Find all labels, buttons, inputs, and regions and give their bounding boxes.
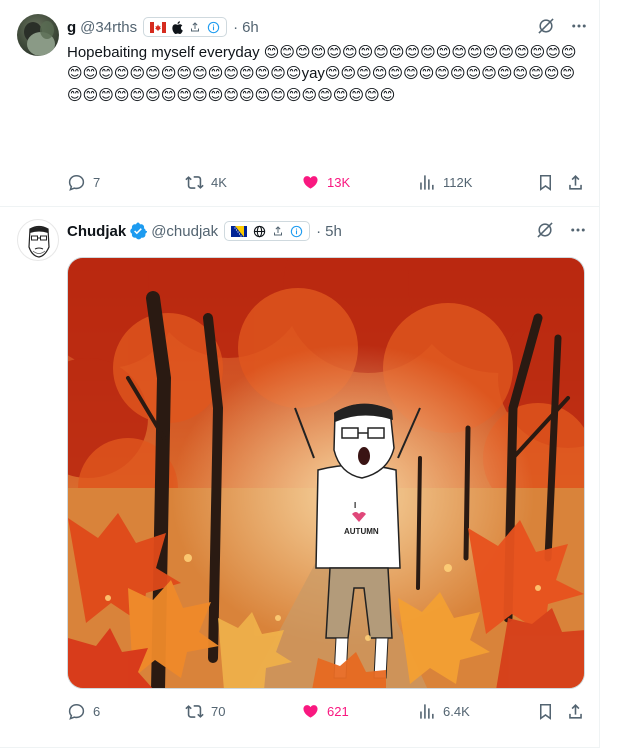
like-button[interactable]: 13K: [301, 173, 350, 192]
view-count: 6.4K: [443, 704, 470, 719]
retweet-button[interactable]: 70: [185, 702, 225, 721]
retweet-button[interactable]: 4K: [185, 173, 227, 192]
info-icon: [207, 21, 220, 34]
wojak-avatar-icon: [28, 225, 50, 258]
avatar[interactable]: [17, 219, 59, 261]
header-actions: [536, 16, 588, 41]
info-icon: [290, 225, 303, 238]
views-button[interactable]: 6.4K: [417, 702, 470, 721]
apple-icon: [172, 20, 183, 34]
share-icon: [189, 21, 201, 33]
like-button[interactable]: 621: [301, 702, 349, 721]
reply-button[interactable]: 6: [67, 702, 100, 721]
bookmark-button[interactable]: [536, 702, 555, 721]
timestamp[interactable]: 5h: [325, 223, 342, 240]
bookmark-icon: [539, 175, 552, 191]
shirt-text-autumn: AUTUMN: [344, 527, 379, 536]
affiliation-badges[interactable]: [143, 17, 228, 37]
affiliation-badges[interactable]: [224, 221, 311, 241]
profile-photo-icon: [24, 21, 55, 56]
avatar[interactable]: [17, 14, 59, 56]
analytics-icon: [420, 175, 434, 190]
share-button[interactable]: [566, 173, 585, 192]
bosnia-flag-icon: [231, 225, 248, 237]
tweet-header: Chudjak @chudjak · 5h: [67, 221, 342, 241]
more-options-icon[interactable]: [570, 17, 588, 40]
tweet-actions: 7 4K 13K 112K: [67, 173, 587, 193]
tweet[interactable]: g @34rths · 6h Hopebaiting myself everyd…: [0, 0, 600, 207]
like-count: 13K: [327, 175, 351, 190]
tweet-text-intro: Hopebaiting myself everyday: [67, 44, 264, 61]
tweet-actions: 6 70 621 6.4K: [67, 702, 587, 722]
retweet-count: 70: [211, 704, 226, 719]
reply-count: 6: [93, 704, 101, 719]
reply-button[interactable]: 7: [67, 173, 100, 192]
separator: ·: [233, 18, 239, 36]
separator: ·: [316, 222, 322, 240]
tweet-header: g @34rths · 6h: [67, 17, 259, 37]
grok-icon[interactable]: [536, 16, 556, 41]
more-options-icon[interactable]: [569, 221, 587, 244]
views-button[interactable]: 112K: [417, 173, 472, 192]
author-name[interactable]: Chudjak: [67, 223, 126, 240]
tweet-text-yay: yay: [301, 65, 325, 83]
header-actions: [535, 220, 587, 245]
reply-icon: [68, 175, 85, 191]
author-handle[interactable]: @34rths: [80, 19, 137, 36]
retweet-count: 4K: [211, 175, 227, 190]
canada-flag-icon: [150, 21, 167, 33]
view-count: 112K: [443, 175, 473, 190]
timestamp[interactable]: 6h: [242, 19, 259, 36]
share-icon: [569, 704, 582, 719]
analytics-icon: [420, 704, 434, 719]
author-handle[interactable]: @chudjak: [151, 223, 218, 240]
heart-filled-icon: [303, 176, 318, 189]
shirt-text-i: I: [354, 501, 356, 510]
autumn-forest-meme-image: I AUTUMN: [68, 258, 584, 688]
like-count: 621: [327, 704, 349, 719]
grok-icon[interactable]: [535, 220, 555, 245]
share-button[interactable]: [566, 702, 585, 721]
share-icon: [569, 175, 582, 190]
bookmark-icon: [539, 704, 552, 720]
retweet-icon: [185, 176, 204, 189]
share-icon: [272, 225, 284, 237]
tweet-media-image[interactable]: I AUTUMN: [67, 257, 585, 689]
author-name[interactable]: g: [67, 19, 76, 36]
globe-icon: [253, 225, 266, 238]
reply-icon: [68, 704, 85, 720]
scrollbar[interactable]: [601, 0, 617, 748]
bookmark-button[interactable]: [536, 173, 555, 192]
timeline: g @34rths · 6h Hopebaiting myself everyd…: [0, 0, 600, 748]
verified-badge-icon[interactable]: [129, 222, 148, 240]
retweet-icon: [185, 705, 204, 718]
heart-filled-icon: [303, 705, 318, 718]
reply-count: 7: [93, 175, 101, 190]
tweet-text: Hopebaiting myself everyday 😊😊😊😊😊😊😊😊😊😊😊😊…: [67, 42, 582, 105]
